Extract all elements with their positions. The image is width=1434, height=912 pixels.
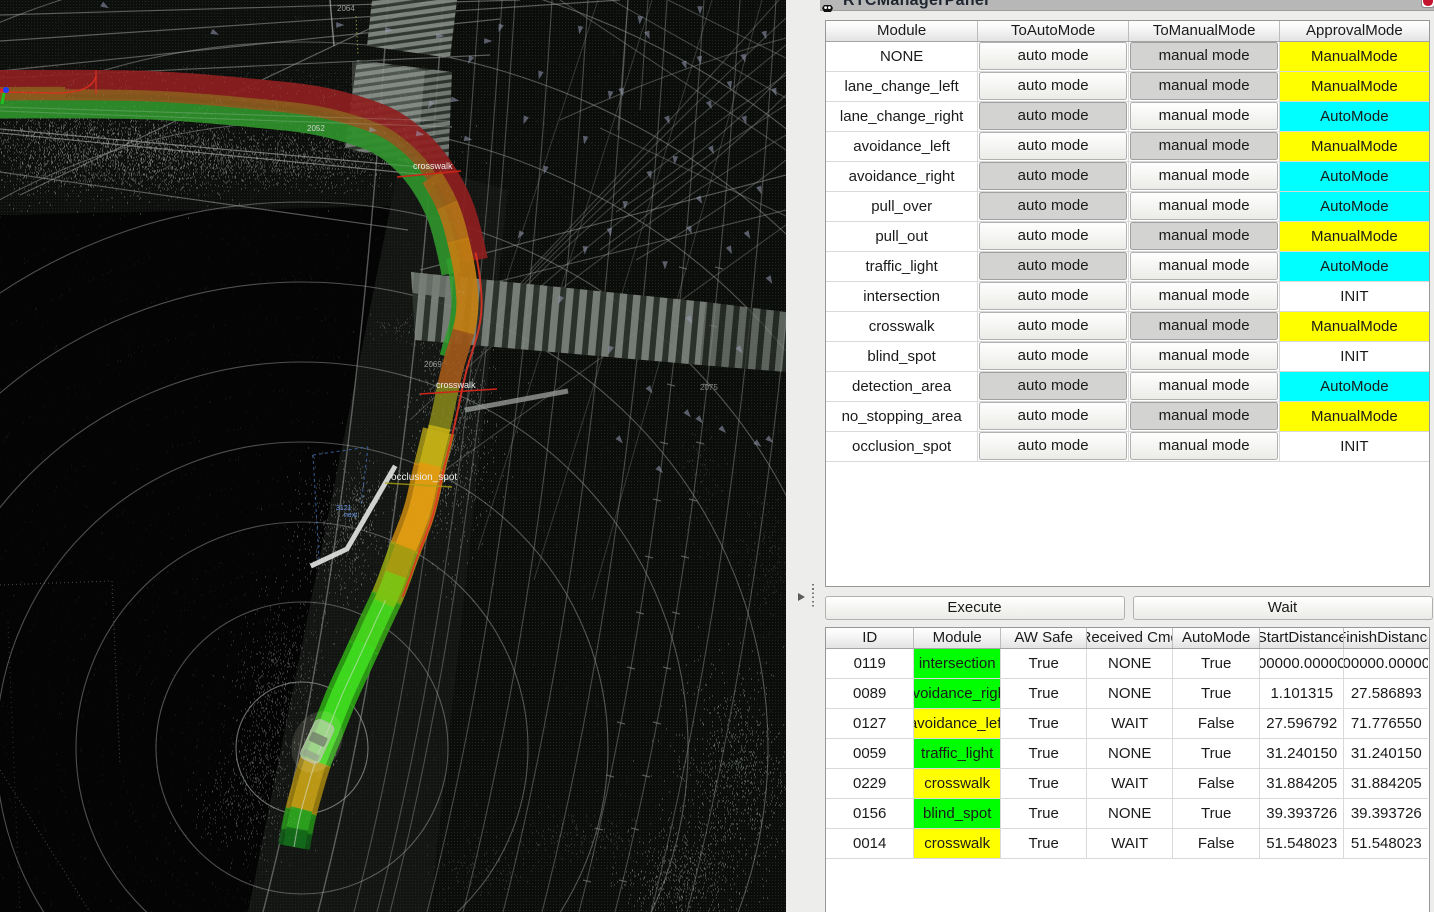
svg-text:2064: 2064 (337, 4, 355, 13)
svg-text:next: next (344, 512, 357, 519)
svg-text:3121: 3121 (336, 505, 352, 512)
svg-text:2075: 2075 (700, 383, 718, 392)
svg-text:crosswalk: crosswalk (436, 380, 476, 390)
svg-text:occlusion_spot: occlusion_spot (391, 472, 457, 483)
svg-text:2069: 2069 (424, 360, 442, 369)
svg-text:crosswalk: crosswalk (413, 161, 453, 171)
svg-text:2052: 2052 (307, 124, 325, 133)
